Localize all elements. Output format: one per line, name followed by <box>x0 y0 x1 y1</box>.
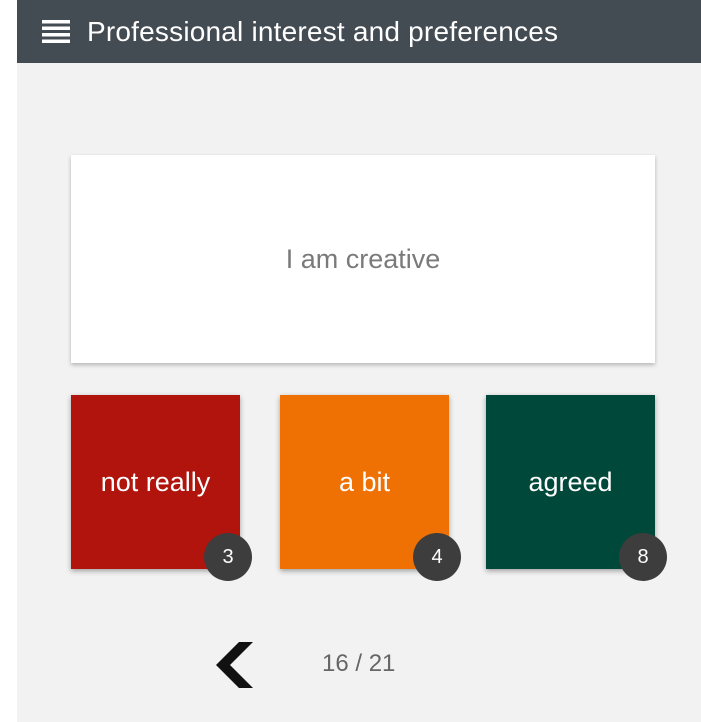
answer-count-badge: 4 <box>413 533 461 581</box>
answer-count-badge: 3 <box>204 533 252 581</box>
question-card: I am creative <box>71 155 655 363</box>
answer-agreed-button[interactable]: agreed 8 <box>486 395 667 581</box>
answer-label: agreed <box>528 466 613 497</box>
page-title: Professional interest and preferences <box>87 15 559 47</box>
answer-label: not really <box>100 466 211 497</box>
answer-label: a bit <box>338 466 391 497</box>
app-screen: Professional interest and preferences I … <box>17 0 701 722</box>
answer-count-badge: 8 <box>619 533 667 581</box>
question-text: I am creative <box>285 243 441 274</box>
top-bar: Professional interest and preferences <box>17 0 701 63</box>
answer-not-really-button[interactable]: not really 3 <box>71 395 252 581</box>
chevron-left-icon[interactable] <box>213 640 255 690</box>
page-indicator: 16 / 21 <box>322 650 396 677</box>
hamburger-menu-icon[interactable] <box>39 18 73 46</box>
answer-a-bit-button[interactable]: a bit 4 <box>280 395 461 581</box>
navigation-footer: 16 / 21 <box>17 630 701 700</box>
